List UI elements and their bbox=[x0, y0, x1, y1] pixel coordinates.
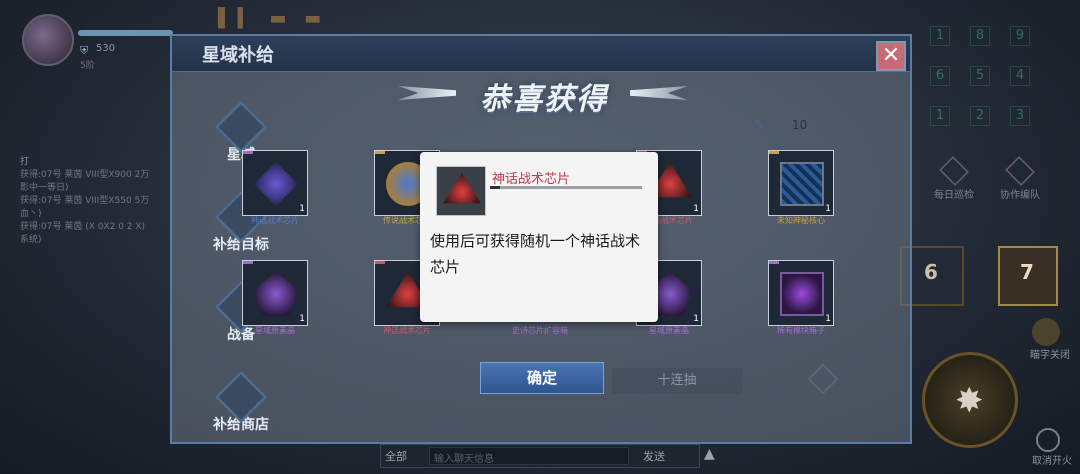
panel-title: 星域补给 bbox=[202, 45, 274, 66]
chip-icon bbox=[254, 162, 298, 206]
hud-value: 530 bbox=[96, 43, 116, 54]
fire-icon: ✸ bbox=[955, 381, 984, 421]
aim-toggle-label: 瞄字关闭 bbox=[1030, 350, 1070, 361]
draw-count: ✎ 10 bbox=[754, 116, 844, 136]
chat-log-head: 打 bbox=[20, 157, 30, 167]
chat-channel-select[interactable]: 全部 bbox=[385, 448, 407, 464]
co-op-label: 协作编队 bbox=[1000, 190, 1040, 201]
grid-cell[interactable]: 6 bbox=[930, 66, 950, 86]
banner-title: 恭喜获得 bbox=[480, 82, 608, 117]
close-icon: ✕ bbox=[881, 43, 901, 68]
skill-slot-7[interactable]: 7 bbox=[998, 246, 1058, 306]
co-op-button[interactable]: 协作编队 bbox=[990, 156, 1050, 201]
grid-cell[interactable]: 1 bbox=[930, 26, 950, 46]
daily-patrol-label: 每日巡检 bbox=[934, 190, 974, 201]
chat-line: 获得:07号 莱茵 VIII型X550 5万 bbox=[20, 196, 150, 206]
crystal-icon bbox=[254, 272, 298, 316]
chat-input[interactable]: 输入聊天信息 bbox=[429, 447, 629, 465]
chat-line: 系统) bbox=[20, 235, 42, 245]
reward-item[interactable]: 1 bbox=[242, 260, 308, 326]
chat-send-button[interactable]: 发送 bbox=[643, 448, 665, 464]
item-name: 星域原素晶 bbox=[649, 326, 689, 335]
item-name: 未知神秘核心 bbox=[777, 216, 825, 225]
chip-icon bbox=[443, 173, 481, 204]
reward-item[interactable]: 1 bbox=[242, 150, 308, 216]
rarity-stripe bbox=[769, 151, 779, 154]
item-count: 1 bbox=[825, 314, 831, 324]
confirm-button[interactable]: 确定 bbox=[480, 362, 604, 394]
item-count: 1 bbox=[693, 204, 699, 214]
grid-cell[interactable]: 8 bbox=[970, 26, 990, 46]
banner-wing-left bbox=[398, 86, 456, 100]
chat-line: 获得:07号 莱茵 VIII型X900 2万 bbox=[20, 170, 150, 180]
close-button[interactable]: ✕ bbox=[876, 41, 906, 71]
aim-toggle-icon[interactable] bbox=[1032, 318, 1060, 346]
formation-grid: 1 8 9 6 5 4 1 2 3 bbox=[922, 24, 1042, 126]
item-name: 神话战术芯片 bbox=[383, 326, 431, 335]
cancel-fire-icon[interactable] bbox=[1036, 428, 1060, 452]
patrol-icon bbox=[939, 156, 969, 186]
tooltip-description: 使用后可获得随机一个神话战术芯片 bbox=[430, 232, 641, 276]
item-tooltip: 神话战术芯片 使用后可获得随机一个神话战术芯片 bbox=[420, 152, 658, 322]
rarity-stripe bbox=[243, 151, 253, 154]
daily-patrol-button[interactable]: 每日巡检 bbox=[924, 156, 984, 201]
item-name: 星域原素晶 bbox=[255, 326, 295, 335]
rarity-stripe bbox=[375, 151, 385, 154]
item-name: 稀有模块箱子 bbox=[777, 326, 825, 335]
hud-sub-label: 5阶 bbox=[80, 61, 95, 71]
draw-count-value: 10 bbox=[792, 118, 808, 132]
item-count: 1 bbox=[825, 204, 831, 214]
pen-icon: ✎ bbox=[754, 118, 765, 133]
grid-cell[interactable]: 2 bbox=[970, 106, 990, 126]
chat-line: 影中一等日) bbox=[20, 183, 69, 193]
item-count: 1 bbox=[693, 314, 699, 324]
grid-cell[interactable]: 1 bbox=[930, 106, 950, 126]
grid-cell[interactable]: 9 bbox=[1010, 26, 1030, 46]
tooltip-item-icon bbox=[436, 166, 486, 216]
banner-wing-right bbox=[630, 86, 688, 100]
reward-item[interactable]: 1 bbox=[768, 260, 834, 326]
item-name: 神话战术芯片 bbox=[251, 216, 299, 225]
grid-cell[interactable]: 4 bbox=[1010, 66, 1030, 86]
tooltip-divider bbox=[490, 186, 642, 189]
fire-button[interactable]: ✸ bbox=[922, 352, 1018, 448]
top-nav-deco: ▌▍ ▬ ▬ bbox=[218, 8, 328, 29]
item-name: 史诗芯片扩容箱 bbox=[512, 326, 568, 335]
rarity-stripe bbox=[375, 261, 385, 264]
core-icon bbox=[780, 162, 824, 206]
tooltip-item-name: 神话战术芯片 bbox=[492, 172, 571, 187]
reward-item[interactable]: 1 bbox=[768, 150, 834, 216]
player-hud: ⛨ 530 5阶 bbox=[0, 0, 175, 120]
reward-banner: 恭喜获得 bbox=[398, 70, 688, 118]
rarity-stripe bbox=[243, 261, 253, 264]
health-bar bbox=[78, 30, 173, 36]
team-icon bbox=[1005, 156, 1035, 186]
chat-expand-icon[interactable]: ▲ bbox=[704, 446, 724, 466]
chat-log: 打 获得:07号 莱茵 VIII型X900 2万 影中一等日) 获得:07号 莱… bbox=[20, 156, 170, 247]
grid-cell[interactable]: 5 bbox=[970, 66, 990, 86]
item-count: 1 bbox=[299, 314, 305, 324]
item-count: 1 bbox=[299, 204, 305, 214]
rarity-stripe bbox=[769, 261, 779, 264]
grid-cell[interactable]: 3 bbox=[1010, 106, 1030, 126]
chat-line: 血丶) bbox=[20, 209, 42, 219]
cancel-fire-label: 取消开火 bbox=[1032, 456, 1072, 467]
ten-draw-button[interactable]: 十连抽 bbox=[612, 368, 742, 394]
chat-bar: 全部 输入聊天信息 发送 bbox=[380, 444, 700, 468]
shield-icon: ⛨ bbox=[80, 44, 89, 57]
panel-header: 星域补给 bbox=[172, 36, 910, 72]
diamond-icon bbox=[807, 363, 839, 395]
module-box-icon bbox=[780, 272, 824, 316]
chat-line: 获得:07号 莱茵 (X 0X2 0 2 X) bbox=[20, 222, 146, 232]
side-tab-supply-shop[interactable]: 补给商店 bbox=[206, 370, 276, 434]
avatar[interactable] bbox=[22, 14, 74, 66]
